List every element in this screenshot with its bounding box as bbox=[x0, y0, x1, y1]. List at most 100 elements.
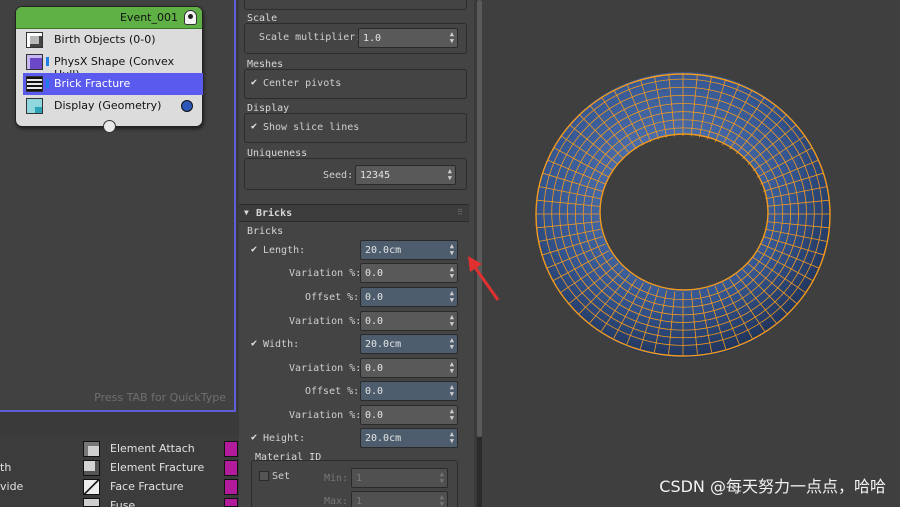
height-label: Height: bbox=[263, 433, 306, 444]
length-label: Length: bbox=[263, 245, 306, 256]
credit-watermark: CSDN @每天努力一点点，哈哈 bbox=[659, 477, 886, 496]
height-checkbox[interactable]: ✔ bbox=[251, 433, 261, 443]
length-variation-label: Variation %: bbox=[289, 268, 362, 279]
spinner-arrows-icon[interactable]: ▲ ▼ bbox=[448, 168, 452, 182]
depot-left-item[interactable]: vide bbox=[0, 480, 23, 493]
operator-depot[interactable]: th vide Element Attach Element Fracture … bbox=[0, 434, 238, 507]
fuse-icon bbox=[83, 498, 100, 507]
output-dot-icon[interactable] bbox=[181, 100, 193, 112]
operator-physx-shape[interactable]: PhysX Shape (Convex Hull) bbox=[23, 51, 203, 81]
operator-brick-fracture[interactable]: Brick Fracture bbox=[23, 73, 203, 95]
depot-left-item[interactable]: th bbox=[0, 461, 11, 474]
width-value: 20.0cm bbox=[365, 339, 402, 350]
depot-item-element-fracture[interactable]: Element Fracture bbox=[110, 461, 204, 474]
collapse-triangle-icon[interactable]: ▼ bbox=[244, 208, 249, 217]
width-spinner[interactable]: 20.0cm ▲ ▼ bbox=[360, 334, 458, 354]
depot-pink-icon[interactable] bbox=[224, 441, 238, 457]
perspective-viewport[interactable]: CSDN @每天努力一点点，哈哈 bbox=[482, 0, 900, 507]
width-offset-value: 0.0 bbox=[365, 386, 384, 397]
operator-label: Brick Fracture bbox=[54, 77, 131, 90]
physx-shape-icon bbox=[26, 54, 49, 70]
bricks-rollout-title: Bricks bbox=[256, 208, 293, 219]
seed-label: Seed: bbox=[323, 170, 354, 181]
depot-item-element-attach[interactable]: Element Attach bbox=[110, 442, 195, 455]
spinner-arrows-icon[interactable]: ▲ ▼ bbox=[450, 408, 454, 422]
depot-item-fuse[interactable]: Fuse bbox=[110, 499, 135, 507]
spinner-arrows-icon[interactable]: ▲ ▼ bbox=[440, 494, 444, 507]
center-pivots-checkbox[interactable]: ✔ bbox=[251, 78, 261, 88]
length-offset-spinner[interactable]: 0.0 ▲ ▼ bbox=[360, 287, 458, 307]
length-offset-label: Offset %: bbox=[305, 292, 360, 303]
length-offset-variation-label: Variation %: bbox=[289, 316, 362, 327]
element-fracture-icon bbox=[83, 460, 100, 476]
spinner-arrows-icon[interactable]: ▲ ▼ bbox=[450, 31, 454, 45]
brick-fracture-icon bbox=[26, 76, 49, 92]
depot-pink-icon[interactable] bbox=[224, 479, 238, 495]
viewport-canvas bbox=[535, 72, 831, 358]
spinner-arrows-icon[interactable]: ▲ ▼ bbox=[450, 314, 454, 328]
scale-multiplier-label: Scale multiplier: bbox=[259, 32, 362, 43]
depot-item-face-fracture[interactable]: Face Fracture bbox=[110, 480, 184, 493]
event-header[interactable]: Event_001 bbox=[16, 7, 202, 29]
width-variation-spinner[interactable]: 0.0 ▲ ▼ bbox=[360, 358, 458, 378]
show-slice-lines-checkbox[interactable]: ✔ bbox=[251, 122, 261, 132]
width-variation-value: 0.0 bbox=[365, 363, 384, 374]
height-spinner[interactable]: 20.0cm ▲ ▼ bbox=[360, 428, 458, 448]
operator-birth-objects[interactable]: Birth Objects (0-0) bbox=[23, 29, 203, 51]
face-fracture-icon bbox=[83, 479, 100, 495]
event-name: Event_001 bbox=[119, 11, 178, 24]
set-material-checkbox[interactable] bbox=[259, 471, 269, 481]
bricks-rollout-header[interactable]: ▼ Bricks ⠿ bbox=[239, 204, 469, 222]
operator-label: Birth Objects (0-0) bbox=[54, 33, 156, 46]
length-variation-spinner[interactable]: 0.0 ▲ ▼ bbox=[360, 263, 458, 283]
max-label: Max: bbox=[324, 496, 349, 507]
length-offset-variation-value: 0.0 bbox=[365, 316, 384, 327]
spinner-arrows-icon[interactable]: ▲ ▼ bbox=[450, 337, 454, 351]
quicktype-hint: Press TAB for QuickType bbox=[94, 391, 226, 404]
torus-inner-edge bbox=[599, 133, 769, 291]
max-spinner[interactable]: 1 ▲ ▼ bbox=[351, 491, 448, 507]
length-variation-value: 0.0 bbox=[365, 268, 384, 279]
width-offset-spinner[interactable]: 0.0 ▲ ▼ bbox=[360, 381, 458, 401]
width-offset-variation-spinner[interactable]: 0.0 ▲ ▼ bbox=[360, 405, 458, 425]
event-node[interactable]: Event_001 Birth Objects (0-0) PhysX Shap… bbox=[15, 6, 203, 127]
height-value: 20.0cm bbox=[365, 433, 402, 444]
scale-multiplier-spinner[interactable]: 1.0 ▲ ▼ bbox=[358, 28, 458, 48]
width-label: Width: bbox=[263, 339, 300, 350]
depot-pink-icon[interactable] bbox=[224, 498, 238, 507]
rollout-grip-icon[interactable]: ⠿ bbox=[457, 208, 463, 217]
max-value: 1 bbox=[356, 496, 363, 507]
spinner-arrows-icon[interactable]: ▲ ▼ bbox=[450, 384, 454, 398]
command-panel[interactable]: Scale Scale multiplier: 1.0 ▲ ▼ Meshes ✔ … bbox=[239, 0, 474, 507]
length-checkbox[interactable]: ✔ bbox=[251, 245, 261, 255]
length-offset-variation-spinner[interactable]: 0.0 ▲ ▼ bbox=[360, 311, 458, 331]
particle-view[interactable]: Event_001 Birth Objects (0-0) PhysX Shap… bbox=[0, 0, 236, 412]
spinner-arrows-icon[interactable]: ▲ ▼ bbox=[450, 361, 454, 375]
width-offset-variation-value: 0.0 bbox=[365, 410, 384, 421]
seed-value: 12345 bbox=[360, 170, 391, 181]
display-icon bbox=[26, 98, 43, 114]
bricks-group-title: Bricks bbox=[247, 226, 284, 237]
operator-display[interactable]: Display (Geometry) bbox=[23, 95, 203, 117]
depot-pink-icon[interactable] bbox=[224, 460, 238, 476]
previous-group bbox=[244, 0, 467, 10]
width-checkbox[interactable]: ✔ bbox=[251, 339, 261, 349]
length-spinner[interactable]: 20.0cm ▲ ▼ bbox=[360, 240, 458, 260]
event-output-connector[interactable] bbox=[103, 120, 116, 133]
scale-multiplier-value: 1.0 bbox=[363, 33, 382, 44]
spinner-arrows-icon[interactable]: ▲ ▼ bbox=[450, 243, 454, 257]
spinner-arrows-icon[interactable]: ▲ ▼ bbox=[440, 471, 444, 485]
spinner-arrows-icon[interactable]: ▲ ▼ bbox=[450, 266, 454, 280]
show-slice-lines-label: Show slice lines bbox=[263, 122, 360, 133]
center-pivots-label: Center pivots bbox=[263, 78, 342, 89]
torus-wireframe bbox=[536, 73, 830, 355]
min-value: 1 bbox=[356, 473, 363, 484]
min-spinner[interactable]: 1 ▲ ▼ bbox=[351, 468, 448, 488]
birth-objects-icon bbox=[26, 32, 43, 48]
spinner-arrows-icon[interactable]: ▲ ▼ bbox=[450, 431, 454, 445]
spinner-arrows-icon[interactable]: ▲ ▼ bbox=[450, 290, 454, 304]
set-material-label: Set bbox=[272, 471, 291, 482]
width-offset-label: Offset %: bbox=[305, 386, 360, 397]
lightbulb-icon[interactable] bbox=[184, 10, 197, 25]
seed-spinner[interactable]: 12345 ▲ ▼ bbox=[355, 165, 456, 185]
